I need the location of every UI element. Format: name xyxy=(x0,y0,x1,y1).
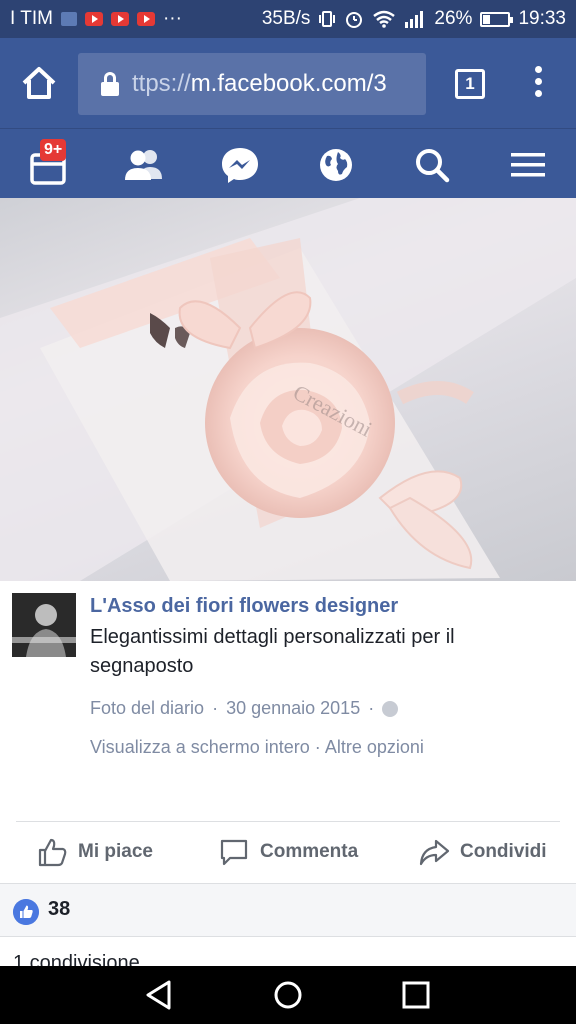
battery-icon xyxy=(480,11,514,27)
home-circle-icon[interactable] xyxy=(271,978,305,1012)
link-separator: · xyxy=(314,737,321,757)
comment-icon xyxy=(220,839,248,866)
back-icon[interactable] xyxy=(142,978,176,1012)
tab-switcher-button[interactable]: 1 xyxy=(455,69,485,99)
share-button[interactable]: Condividi xyxy=(418,836,547,868)
comment-button[interactable]: Commenta xyxy=(218,836,358,868)
thumbs-up-icon xyxy=(38,838,67,867)
news-feed-tab[interactable]: 9+ xyxy=(28,139,72,187)
friends-tab[interactable] xyxy=(122,143,166,187)
comment-label: Commenta xyxy=(260,841,359,862)
view-fullscreen-link[interactable]: Visualizza a schermo intero xyxy=(90,737,310,757)
overflow-menu-icon[interactable] xyxy=(530,66,546,102)
search-tab[interactable] xyxy=(410,143,454,187)
clock: 19:33 xyxy=(518,8,566,29)
like-label: Mi piace xyxy=(78,841,153,862)
public-globe-icon xyxy=(382,700,399,717)
globe-icon xyxy=(320,149,352,181)
post-author-link[interactable]: L'Asso dei fiori flowers designer xyxy=(90,595,398,618)
main-menu-tab[interactable] xyxy=(506,143,550,187)
search-icon xyxy=(416,149,450,183)
youtube-notification-icon xyxy=(84,12,103,26)
messenger-icon xyxy=(222,148,258,183)
like-button[interactable]: Mi piace xyxy=(36,836,153,868)
like-count: 38 xyxy=(48,898,71,920)
meta-separator: · xyxy=(212,698,219,718)
network-speed: 35B/s xyxy=(261,8,311,29)
post-actions: Mi piace Commenta Condividi xyxy=(0,822,576,882)
favor-rose-image: Creazioni xyxy=(0,198,576,581)
post-date[interactable]: 30 gennaio 2015 xyxy=(226,698,360,719)
browser-toolbar: ttps://m.facebook.com/3 1 xyxy=(0,38,576,128)
notification-badge: 9+ xyxy=(40,139,67,161)
vibrate-icon xyxy=(319,11,336,27)
album-link[interactable]: Foto del diario xyxy=(90,698,204,719)
reactions-summary[interactable]: 38 xyxy=(0,883,576,937)
wifi-icon xyxy=(373,10,396,28)
youtube-notification-icon xyxy=(110,12,129,26)
status-bar: I TIM ··· 35B/s 26% 19:33 xyxy=(0,0,576,38)
like-reaction-icon xyxy=(13,899,39,925)
friends-icon xyxy=(125,150,162,180)
more-notifications-icon: ··· xyxy=(162,8,182,29)
notification-app-icon xyxy=(60,12,77,26)
meta-separator: · xyxy=(368,698,375,718)
lock-icon xyxy=(100,72,120,96)
url-text[interactable]: ttps://m.facebook.com/3 xyxy=(132,70,387,98)
facebook-nav-bar: 9+ xyxy=(0,128,576,199)
system-nav-bar xyxy=(0,966,576,1024)
signal-icon xyxy=(405,11,424,28)
battery-percent: 26% xyxy=(434,8,473,29)
tab-count: 1 xyxy=(465,74,475,93)
avatar[interactable] xyxy=(12,593,76,657)
recents-icon[interactable] xyxy=(399,978,433,1012)
youtube-notification-icon xyxy=(136,12,155,26)
share-label: Condividi xyxy=(460,841,547,862)
alarm-icon xyxy=(346,12,363,28)
carrier-label: I TIM xyxy=(10,8,53,29)
photo-options: Visualizza a schermo intero · Altre opzi… xyxy=(90,737,424,758)
share-icon xyxy=(419,839,450,866)
menu-icon xyxy=(511,153,545,177)
post-text: Elegantissimi dettagli personalizzati pe… xyxy=(90,626,455,677)
messenger-tab[interactable] xyxy=(218,143,262,187)
address-bar[interactable]: ttps://m.facebook.com/3 xyxy=(78,53,426,115)
notifications-tab[interactable] xyxy=(314,143,358,187)
more-options-link[interactable]: Altre opzioni xyxy=(325,737,424,757)
post-meta: Foto del diario · 30 gennaio 2015 · xyxy=(90,698,399,719)
post-photo[interactable]: Creazioni xyxy=(0,198,576,581)
home-icon[interactable] xyxy=(20,65,58,101)
